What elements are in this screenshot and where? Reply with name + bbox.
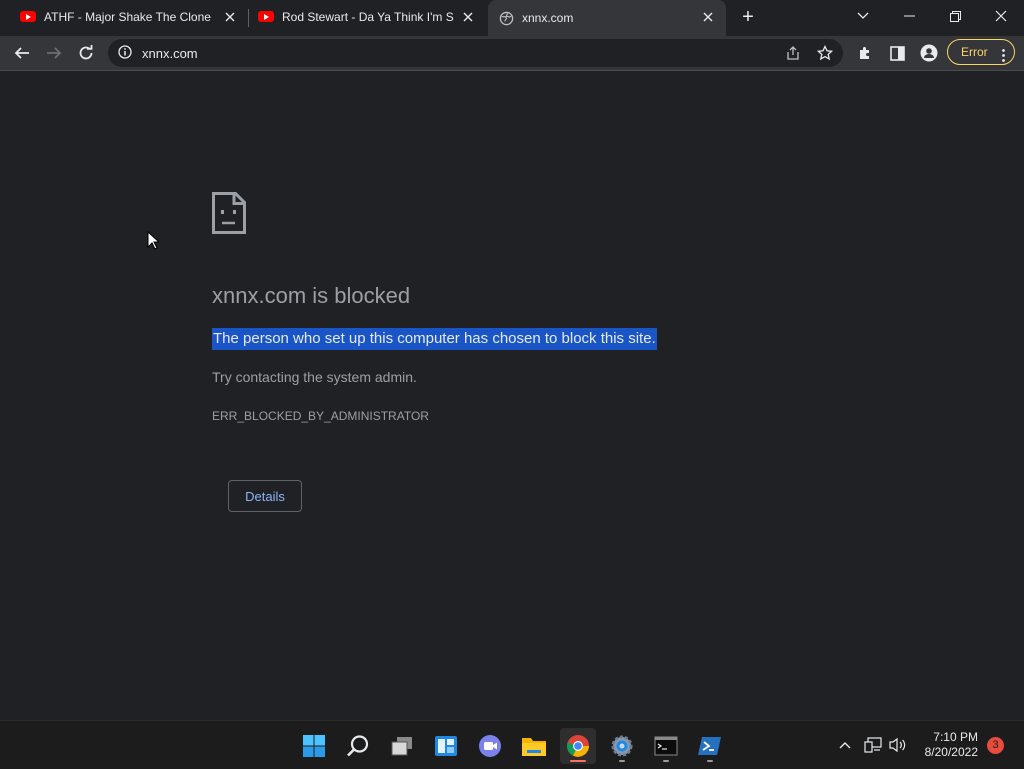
- page-title: xnnx.com is blocked: [212, 283, 411, 308]
- terminal-icon[interactable]: [648, 728, 684, 764]
- task-view-icon[interactable]: [384, 728, 420, 764]
- active-indicator: [570, 760, 586, 762]
- settings-icon[interactable]: [604, 728, 640, 764]
- taskbar: 7:10 PM 8/20/2022 3: [0, 720, 1024, 769]
- reload-button[interactable]: [72, 39, 100, 67]
- network-icon[interactable]: [863, 731, 883, 759]
- teams-chat-icon[interactable]: [472, 728, 508, 764]
- globe-icon: [498, 10, 514, 26]
- back-button[interactable]: [8, 39, 36, 67]
- youtube-icon: [20, 9, 36, 25]
- start-button[interactable]: [296, 728, 332, 764]
- forward-button[interactable]: [40, 39, 68, 67]
- widgets-icon[interactable]: [428, 728, 464, 764]
- menu-dots-icon: [1002, 46, 1005, 70]
- bookmark-star-icon[interactable]: [814, 42, 836, 64]
- running-indicator: [707, 760, 713, 762]
- close-icon[interactable]: [222, 9, 238, 25]
- youtube-icon: [258, 9, 274, 25]
- show-hidden-icons-chevron-icon[interactable]: [835, 731, 855, 759]
- chrome-icon[interactable]: [560, 728, 596, 764]
- error-label: Error: [961, 45, 988, 59]
- clock-date: 8/20/2022: [924, 745, 978, 759]
- side-panel-icon[interactable]: [883, 39, 911, 67]
- address-bar[interactable]: xnnx.com: [108, 39, 843, 67]
- volume-icon[interactable]: [888, 731, 908, 759]
- sad-page-icon: [212, 192, 246, 239]
- details-button[interactable]: Details: [228, 480, 302, 512]
- tab-xnnx[interactable]: xnnx.com: [488, 0, 726, 36]
- close-icon[interactable]: [700, 9, 716, 25]
- profile-avatar[interactable]: [915, 39, 943, 67]
- system-clock[interactable]: 7:10 PM 8/20/2022: [918, 730, 978, 760]
- site-info-icon[interactable]: [118, 45, 132, 64]
- tab-separator: [248, 9, 249, 27]
- running-indicator: [663, 760, 669, 762]
- page-content: xnnx.com is blocked The person who set u…: [0, 71, 1024, 720]
- address-text[interactable]: xnnx.com: [142, 46, 198, 61]
- powershell-icon[interactable]: [692, 728, 728, 764]
- tab-search-button[interactable]: [840, 0, 886, 32]
- tab-athf[interactable]: ATHF - Major Shake The Clone -: [12, 0, 248, 33]
- blocked-description: The person who set up this computer has …: [212, 328, 657, 350]
- search-icon[interactable]: [340, 728, 376, 764]
- tab-title: xnnx.com: [522, 11, 574, 25]
- file-explorer-icon[interactable]: [516, 728, 552, 764]
- tab-title: ATHF - Major Shake The Clone -: [44, 9, 214, 24]
- mouse-cursor-icon: [147, 230, 161, 255]
- new-tab-button[interactable]: +: [738, 7, 758, 28]
- close-window-button[interactable]: [978, 0, 1024, 32]
- extensions-icon[interactable]: [851, 39, 879, 67]
- minimize-button[interactable]: [886, 0, 932, 32]
- tab-rod-stewart[interactable]: Rod Stewart - Da Ya Think I'm Se: [250, 0, 486, 33]
- close-icon[interactable]: [460, 9, 476, 25]
- clock-time: 7:10 PM: [933, 730, 978, 744]
- share-icon[interactable]: [782, 42, 804, 64]
- browser-toolbar: xnnx.com Error: [0, 36, 1024, 71]
- tab-title: Rod Stewart - Da Ya Think I'm Se: [282, 9, 454, 24]
- notification-badge[interactable]: 3: [987, 737, 1004, 754]
- admin-hint: Try contacting the system admin.: [212, 369, 417, 385]
- restore-button[interactable]: [932, 0, 978, 32]
- error-code: ERR_BLOCKED_BY_ADMINISTRATOR: [212, 409, 429, 423]
- tab-strip: ATHF - Major Shake The Clone - Rod Stewa…: [0, 0, 1024, 36]
- running-indicator: [619, 760, 625, 762]
- error-button[interactable]: Error: [947, 39, 1015, 65]
